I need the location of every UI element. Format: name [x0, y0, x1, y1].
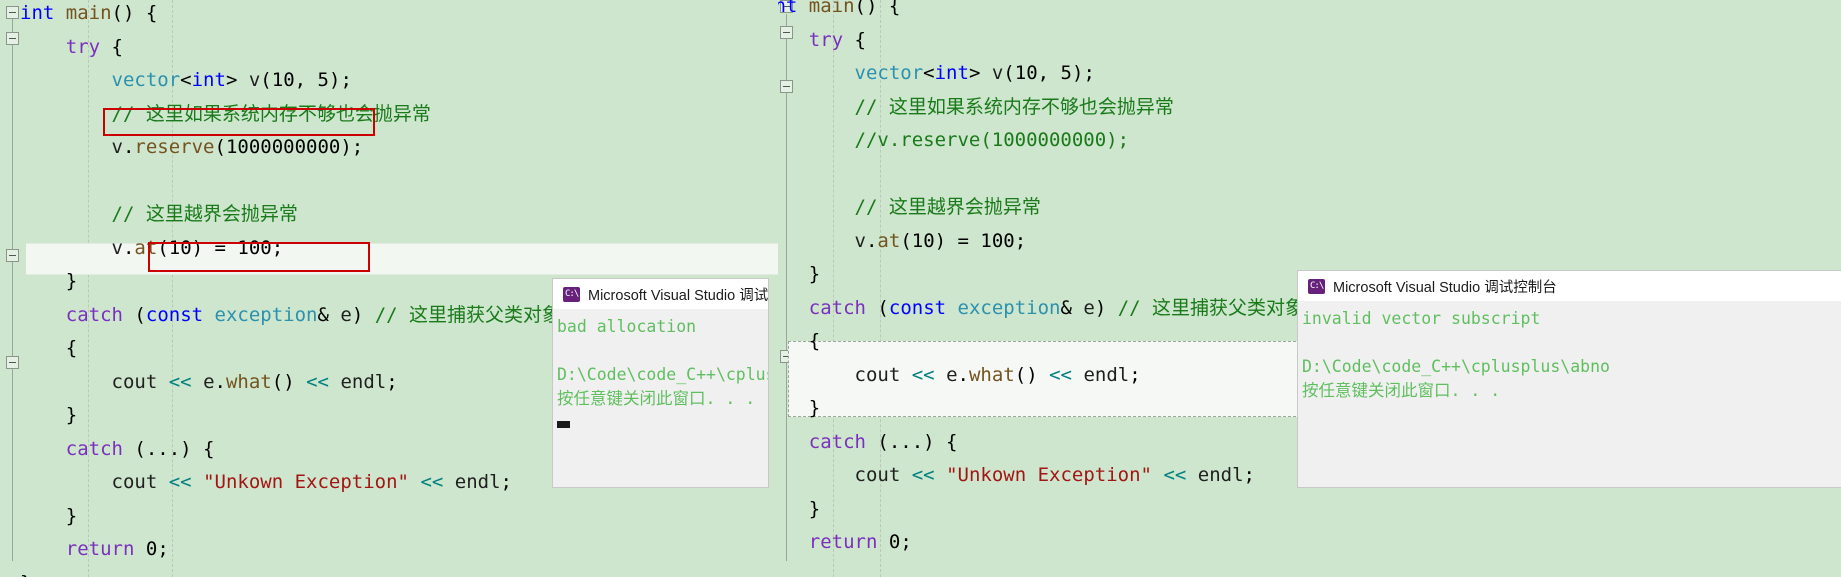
left-console-title-bar[interactable]: C:\ Microsoft Visual Studio 调试控制台 [553, 279, 768, 309]
left-fold-rail [12, 14, 13, 561]
code-line: // 这里越界会抛异常 [778, 196, 1041, 218]
right-console-output: invalid vector subscript D:\Code\code_C+… [1298, 301, 1841, 403]
code-line: //v.reserve(1000000000); [778, 129, 1130, 151]
right-console-title-text: Microsoft Visual Studio 调试控制台 [1333, 279, 1557, 296]
code-line: // 这里越界会抛异常 [20, 203, 298, 225]
code-line: } [778, 560, 1422, 577]
fold-toggle-main[interactable] [6, 6, 19, 19]
fold-toggle-try[interactable] [6, 32, 19, 45]
code-line: } [808, 497, 821, 520]
right-console-title-bar[interactable]: C:\ Microsoft Visual Studio 调试控制台 [1298, 271, 1841, 301]
console-app-icon: C:\ [563, 286, 580, 302]
code-line: return 0; [808, 531, 912, 553]
console-output-line: 按任意键关闭此窗口. . . [1302, 381, 1501, 400]
code-line: // 这里如果系统内存不够也会抛异常 [20, 102, 431, 125]
fold-toggle-catch-all[interactable] [6, 356, 19, 369]
code-line: int main() { [20, 2, 158, 24]
code-line: try { [65, 35, 123, 58]
screenshot-root: int main() { try { vector<int> v(10, 5);… [0, 0, 1841, 577]
code-line: } [65, 504, 78, 527]
console-output-line: invalid vector subscript [1302, 309, 1541, 328]
code-line: return 0; [65, 538, 169, 560]
code-line: // 这里如果系统内存不够也会抛异常 [778, 95, 1174, 118]
code-line: vector<int> v(10, 5); [854, 62, 1095, 84]
console-output-line: bad allocation [557, 317, 697, 336]
left-debug-console-window[interactable]: C:\ Microsoft Visual Studio 调试控制台 bad al… [553, 279, 768, 487]
code-line: } [20, 567, 679, 577]
fold-toggle-catch[interactable] [6, 249, 19, 262]
code-line: v.reserve(1000000000); [111, 136, 364, 158]
console-output-line: D:\Code\code_C++\cplusplu [557, 365, 768, 384]
code-line: int main() { [778, 0, 901, 17]
code-line: vector<int> v(10, 5); [111, 69, 352, 91]
left-console-title-text: Microsoft Visual Studio 调试控制台 [588, 287, 768, 304]
console-output-line: D:\Code\code_C++\cplusplus\abno [1302, 357, 1610, 376]
right-debug-console-window[interactable]: C:\ Microsoft Visual Studio 调试控制台 invali… [1298, 271, 1841, 487]
console-output-line: 按任意键关闭此窗口. . . [557, 389, 756, 408]
left-console-output: bad allocation D:\Code\code_C++\cplusplu… [553, 309, 768, 435]
console-caret [557, 421, 570, 428]
console-app-icon: C:\ [1308, 278, 1325, 294]
code-line: v.at(10) = 100; [854, 229, 1027, 252]
code-line: v.at(10) = 100; [111, 236, 284, 259]
code-line: try { [808, 28, 866, 51]
